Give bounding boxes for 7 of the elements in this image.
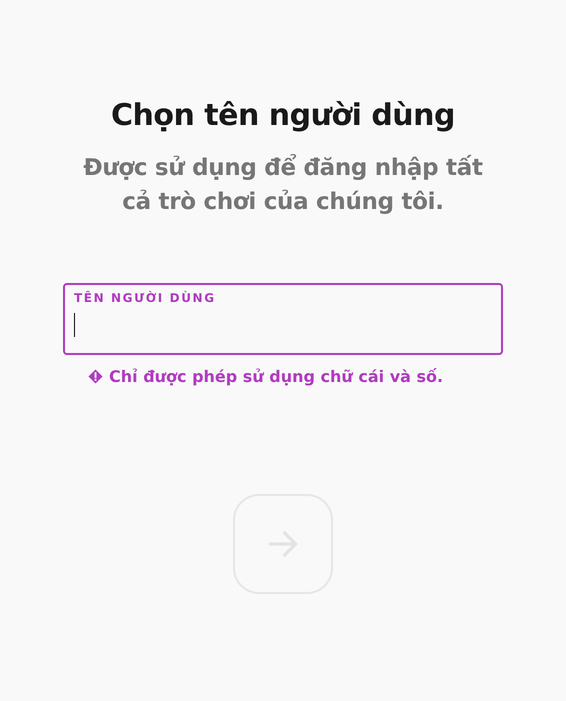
page-title: Chọn tên người dùng <box>111 98 455 133</box>
warning-icon <box>88 369 103 384</box>
username-field[interactable]: TÊN NGƯỜI DÙNG <box>63 283 503 355</box>
text-cursor <box>74 313 75 337</box>
field-label: TÊN NGƯỜI DÙNG <box>74 291 217 305</box>
error-message: Chỉ được phép sử dụng chữ cái và số. <box>109 367 444 386</box>
subtitle: Được sử dụng để đăng nhập tất cả trò chơi của chúng tôi. <box>82 153 484 217</box>
